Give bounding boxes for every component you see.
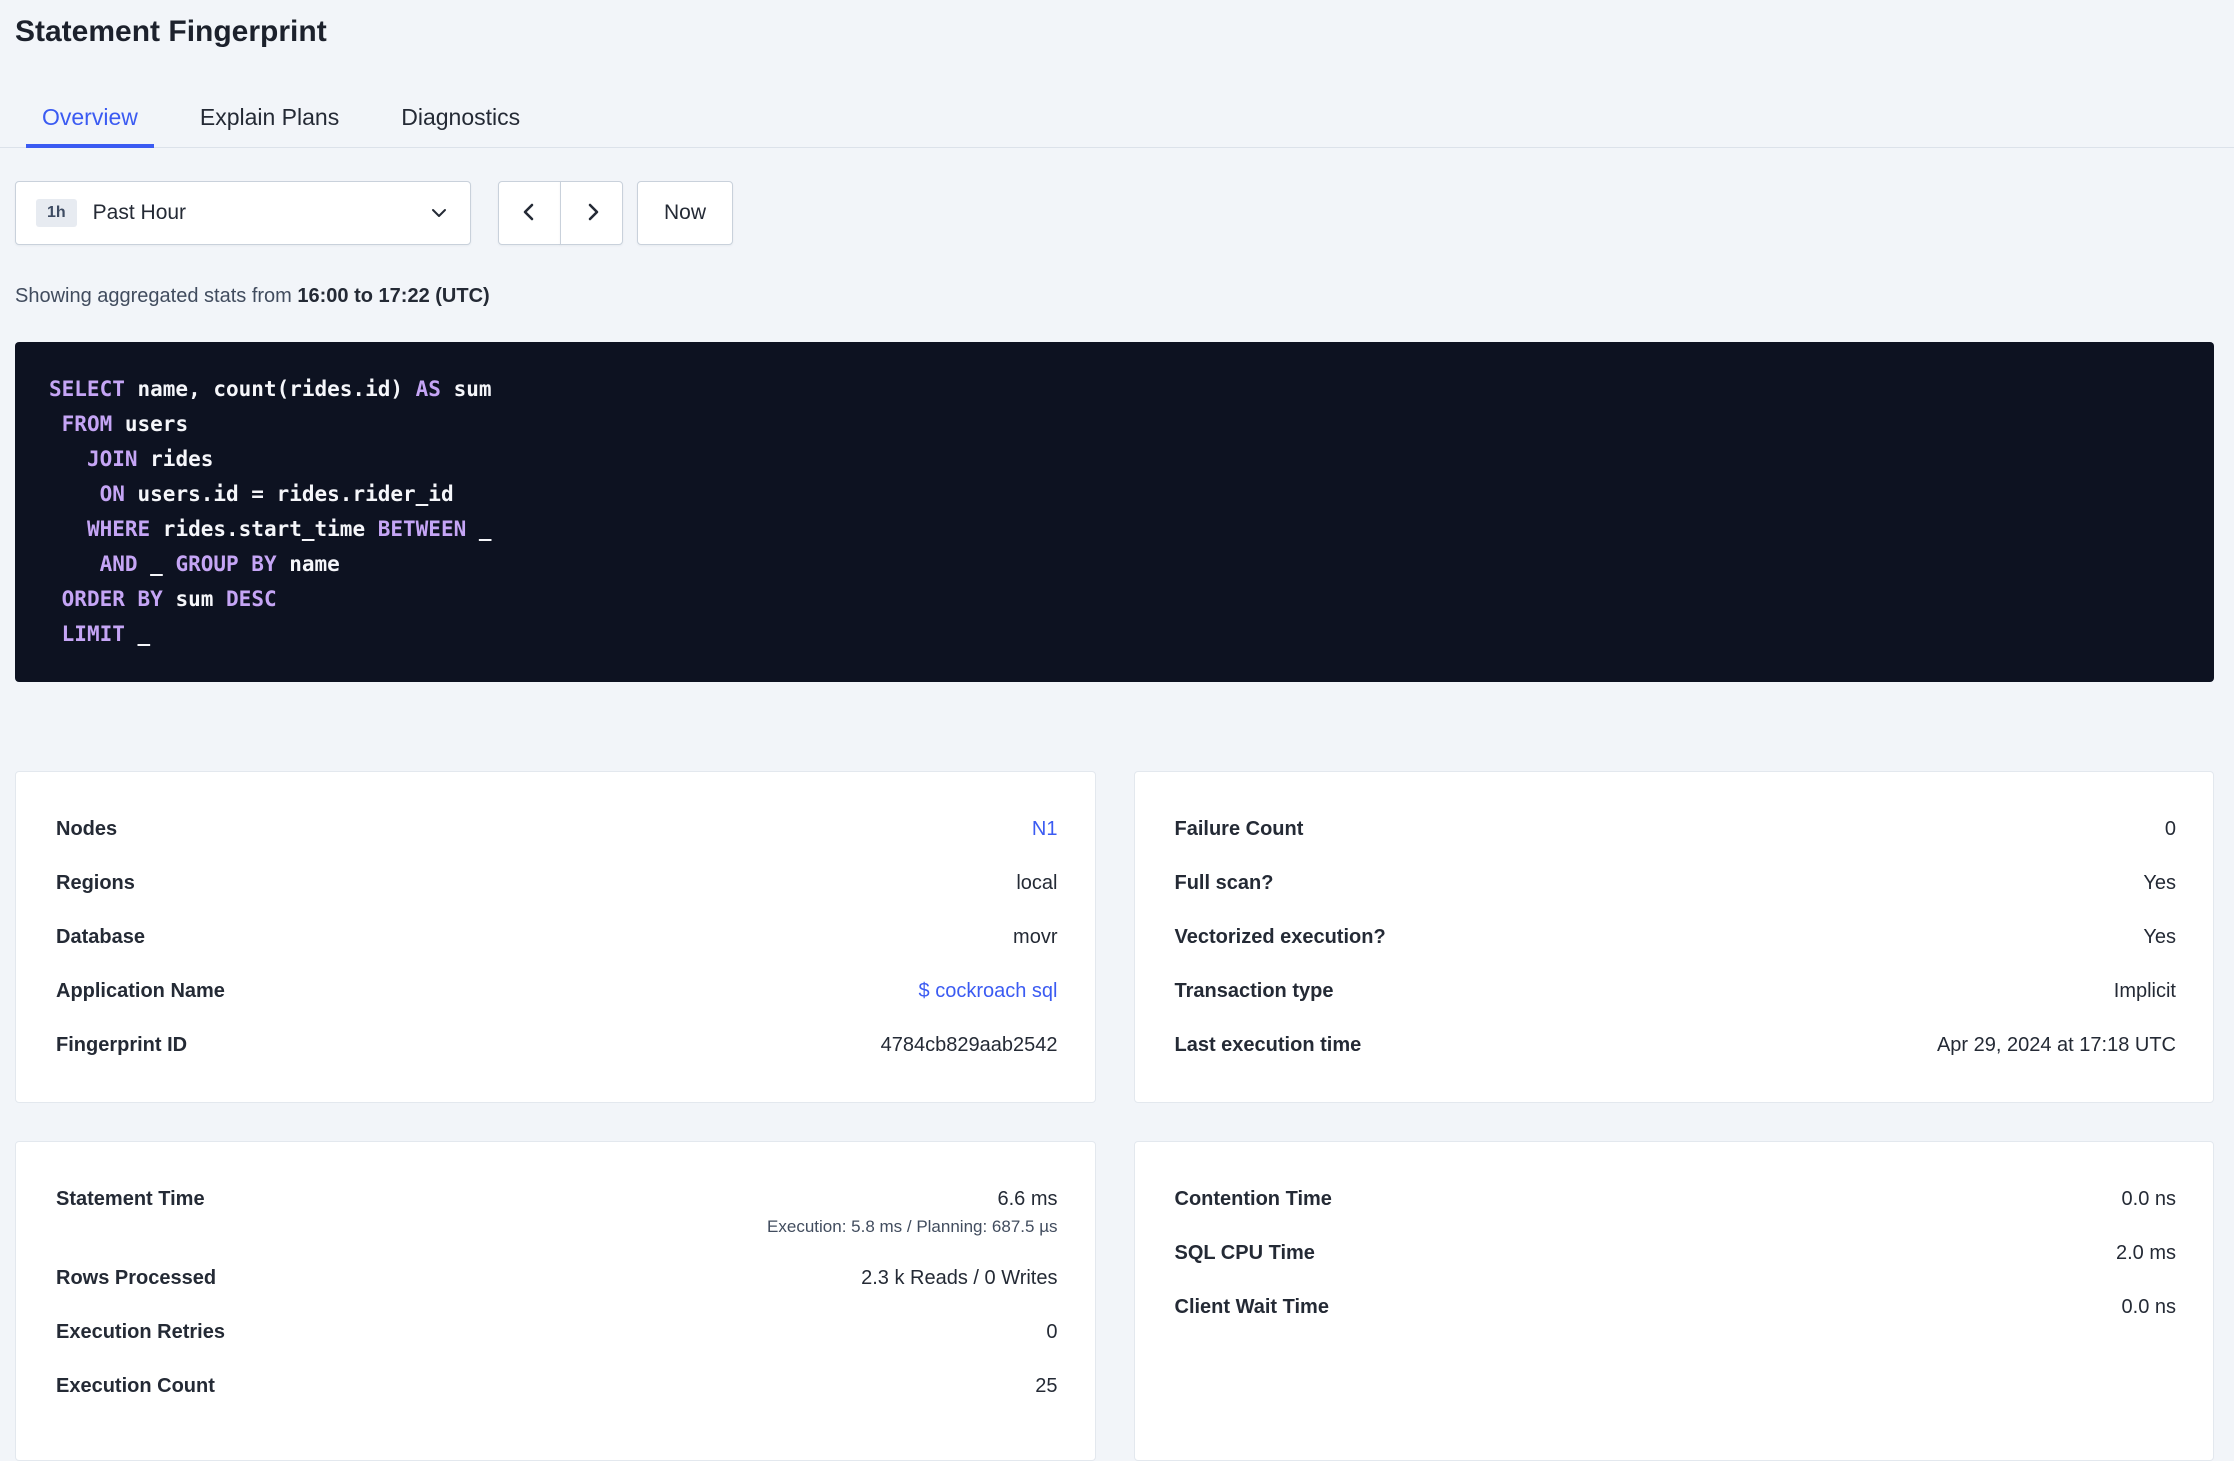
row-full-scan: Full scan? Yes <box>1175 856 2177 910</box>
nodes-label: Nodes <box>56 818 118 840</box>
time-toolbar: 1h Past Hour Now <box>15 181 2214 245</box>
row-fingerprint-id: Fingerprint ID 4784cb829aab2542 <box>56 1018 1058 1072</box>
client-wait-time-label: Client Wait Time <box>1174 1296 1329 1318</box>
vectorized-execution-label: Vectorized execution? <box>1174 926 1386 948</box>
statement-fingerprint-page: Statement Fingerprint Overview Explain P… <box>0 0 2234 1461</box>
row-execution-retries: Execution Retries 0 <box>56 1305 1058 1359</box>
execution-retries-value: 0 <box>1046 1321 1058 1343</box>
client-wait-time-value: 0.0 ns <box>2121 1296 2176 1318</box>
row-regions: Regions local <box>56 856 1058 910</box>
tabs: Overview Explain Plans Diagnostics <box>0 85 2234 148</box>
database-label: Database <box>56 926 145 948</box>
row-last-execution-time: Last execution time Apr 29, 2024 at 17:1… <box>1175 1018 2177 1072</box>
row-database: Database movr <box>56 910 1058 964</box>
row-execution-count: Execution Count 25 <box>56 1359 1058 1413</box>
statement-time-values: 6.6 ms Execution: 5.8 ms / Planning: 687… <box>767 1187 1057 1236</box>
row-client-wait-time: Client Wait Time 0.0 ns <box>1175 1280 2177 1334</box>
sql-line-4: ON users.id = rides.rider_id <box>99 482 454 506</box>
statement-time-breakdown: Execution: 5.8 ms / Planning: 687.5 µs <box>767 1217 1058 1236</box>
application-name-link[interactable]: $ cockroach sql <box>919 979 1058 1003</box>
statement-details-card: Nodes N1 Regions local Database movr App… <box>15 771 1096 1103</box>
rows-processed-value: 2.3 k Reads / 0 Writes <box>861 1267 1058 1289</box>
fingerprint-id-label: Fingerprint ID <box>56 1034 188 1056</box>
interval-label: Past Hour <box>92 201 187 224</box>
statement-time-value: 6.6 ms <box>997 1188 1058 1210</box>
resource-timing-card: Contention Time 0.0 ns SQL CPU Time 2.0 … <box>1133 1141 2214 1461</box>
aggregated-stats-caption: Showing aggregated stats from 16:00 to 1… <box>15 285 2214 307</box>
details-cards-row: Nodes N1 Regions local Database movr App… <box>15 771 2214 1103</box>
row-statement-time: Statement Time 6.6 ms Execution: 5.8 ms … <box>56 1172 1058 1251</box>
caption-range: 16:00 to 17:22 (UTC) <box>297 285 490 307</box>
last-execution-time-label: Last execution time <box>1174 1034 1362 1056</box>
rows-processed-label: Rows Processed <box>56 1267 217 1289</box>
sql-line-5: WHERE rides.start_time BETWEEN _ <box>86 517 492 541</box>
chevron-left-icon <box>518 200 542 227</box>
sql-cpu-time-label: SQL CPU Time <box>1174 1242 1315 1264</box>
chevron-right-icon <box>580 200 604 227</box>
row-contention-time: Contention Time 0.0 ns <box>1175 1172 2177 1226</box>
row-nodes: Nodes N1 <box>56 802 1058 856</box>
sql-statement-box: SELECT name, count(rides.id) AS sum FROM… <box>15 342 2214 682</box>
time-interval-dropdown[interactable]: 1h Past Hour <box>15 181 471 245</box>
caption-prefix: Showing aggregated stats from <box>15 285 292 307</box>
tab-overview[interactable]: Overview <box>26 85 154 148</box>
sql-line-2: FROM users <box>61 412 189 436</box>
chevron-down-icon <box>428 202 450 224</box>
now-button[interactable]: Now <box>637 181 734 245</box>
row-vectorized-execution: Vectorized execution? Yes <box>1175 910 2177 964</box>
fingerprint-id-value: 4784cb829aab2542 <box>880 1034 1058 1056</box>
sql-line-8: LIMIT _ <box>61 622 151 646</box>
nodes-link[interactable]: N1 <box>1032 817 1058 841</box>
sql-line-3: JOIN rides <box>86 447 214 471</box>
row-transaction-type: Transaction type Implicit <box>1175 964 2177 1018</box>
sql-line-6: AND _ GROUP BY name <box>99 552 340 576</box>
next-interval-button[interactable] <box>560 181 623 245</box>
contention-time-value: 0.0 ns <box>2121 1188 2176 1210</box>
application-name-label: Application Name <box>56 980 225 1002</box>
sql-line-7: ORDER BY sum DESC <box>61 587 277 611</box>
statement-timing-card: Statement Time 6.6 ms Execution: 5.8 ms … <box>15 1141 1096 1461</box>
last-execution-time-value: Apr 29, 2024 at 17:18 UTC <box>1936 1034 2176 1056</box>
execution-retries-label: Execution Retries <box>56 1321 225 1343</box>
transaction-type-value: Implicit <box>2113 980 2176 1002</box>
regions-value: local <box>1016 872 1058 894</box>
tab-diagnostics[interactable]: Diagnostics <box>385 85 536 148</box>
row-failure-count: Failure Count 0 <box>1175 802 2177 856</box>
interval-badge: 1h <box>36 199 77 227</box>
prev-interval-button[interactable] <box>498 181 561 245</box>
statement-time-label: Statement Time <box>56 1188 205 1210</box>
execution-attributes-card: Failure Count 0 Full scan? Yes Vectorize… <box>1133 771 2214 1103</box>
full-scan-value: Yes <box>2143 872 2176 894</box>
failure-count-label: Failure Count <box>1174 818 1304 840</box>
timing-cards-row: Statement Time 6.6 ms Execution: 5.8 ms … <box>15 1141 2214 1461</box>
row-sql-cpu-time: SQL CPU Time 2.0 ms <box>1175 1226 2177 1280</box>
full-scan-label: Full scan? <box>1174 872 1274 894</box>
row-application-name: Application Name $ cockroach sql <box>56 964 1058 1018</box>
tab-bar: Overview Explain Plans Diagnostics <box>0 85 2234 148</box>
sql-line-1: SELECT name, count(rides.id) AS sum <box>49 377 492 401</box>
transaction-type-label: Transaction type <box>1174 980 1334 1002</box>
sql-cpu-time-value: 2.0 ms <box>2115 1242 2176 1264</box>
tab-explain-plans[interactable]: Explain Plans <box>184 85 355 148</box>
execution-count-label: Execution Count <box>56 1375 215 1397</box>
execution-count-value: 25 <box>1035 1375 1058 1397</box>
regions-label: Regions <box>56 872 135 894</box>
failure-count-value: 0 <box>2164 818 2176 840</box>
contention-time-label: Contention Time <box>1174 1188 1332 1210</box>
time-arrows <box>498 181 623 245</box>
page-title: Statement Fingerprint <box>15 15 327 48</box>
row-rows-processed: Rows Processed 2.3 k Reads / 0 Writes <box>56 1251 1058 1305</box>
vectorized-execution-value: Yes <box>2143 926 2176 948</box>
database-value: movr <box>1013 926 1058 948</box>
